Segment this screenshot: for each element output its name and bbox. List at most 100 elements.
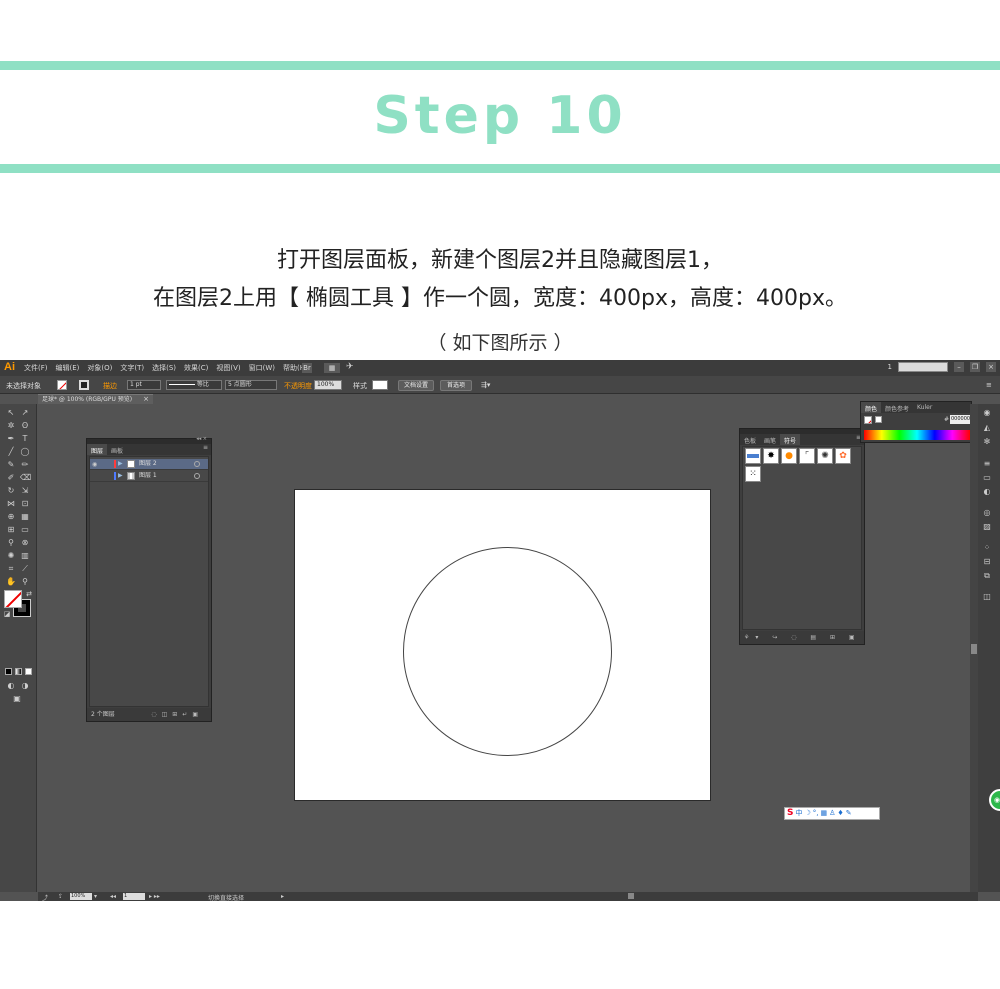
drawn-circle[interactable] (403, 547, 612, 756)
zoom-field[interactable]: 100% (70, 893, 92, 900)
symbol-orange-badge-icon[interactable]: ● (781, 448, 797, 464)
layers-dock-icon[interactable]: ◫ (982, 592, 992, 601)
ime-moon-icon[interactable]: ☽ (804, 808, 810, 819)
brush-definition[interactable]: 5 点圆形 (225, 380, 277, 390)
inside-drawing-icon[interactable]: ◑ (20, 681, 30, 690)
menu-type[interactable]: 文字(T) (120, 363, 144, 373)
menu-effect[interactable]: 效果(C) (184, 363, 208, 373)
hand-tool-icon[interactable]: ✋ (6, 577, 16, 586)
artboard-number-field[interactable]: 1 (123, 893, 145, 900)
layers-panel-menu-icon[interactable]: ≡ (203, 444, 208, 455)
kuler-dock-icon[interactable]: ✻ (982, 437, 992, 446)
arrange-documents-icon[interactable]: ▦ (324, 363, 340, 373)
target-icon[interactable] (194, 473, 200, 479)
ime-keyboard-icon[interactable]: ▦ (821, 808, 828, 819)
layer-name[interactable]: 图层 1 (139, 471, 157, 481)
eyedropper-tool-icon[interactable]: ⚲ (6, 538, 16, 547)
stroke-swatch[interactable] (79, 380, 89, 390)
ime-settings-icon[interactable]: ✎ (846, 808, 852, 819)
hidden-eye-icon[interactable] (92, 472, 101, 480)
help-search-input[interactable] (898, 362, 948, 372)
tab-artboards[interactable]: 画板 (107, 444, 127, 455)
tab-layers[interactable]: 图层 (87, 444, 108, 455)
menu-edit[interactable]: 编辑(E) (56, 363, 80, 373)
gradient-mode-icon[interactable] (15, 668, 22, 675)
workspace-switcher[interactable]: 1 (888, 363, 892, 371)
graphic-style-swatch[interactable] (372, 380, 388, 390)
tab-brushes[interactable]: 画笔 (760, 434, 780, 445)
symbol-wreath-icon[interactable]: ✺ (817, 448, 833, 464)
ime-mode[interactable]: 中 (795, 808, 802, 819)
tab-swatches[interactable]: 色板 (740, 434, 760, 445)
vertical-scroll-thumb[interactable] (971, 644, 977, 654)
blend-tool-icon[interactable]: ⊗ (20, 538, 30, 547)
opacity-field[interactable]: 100% (314, 380, 342, 390)
close-icon[interactable]: × (986, 362, 996, 372)
minimize-icon[interactable]: – (954, 362, 964, 372)
width-tool-icon[interactable]: ⋈ (6, 499, 16, 508)
menu-window[interactable]: 窗口(W) (249, 363, 275, 373)
expand-triangle-icon[interactable]: ▶ (118, 471, 123, 481)
symbol-banner-icon[interactable] (745, 448, 761, 464)
horizontal-scroll-thumb[interactable] (628, 893, 634, 899)
align-menu-icon[interactable]: ⇶▾ (481, 381, 490, 389)
free-transform-tool-icon[interactable]: ⊡ (20, 499, 30, 508)
symbol-dots-icon[interactable]: ⁙ (745, 466, 761, 482)
eye-icon[interactable]: ◉ (92, 460, 101, 468)
menu-select[interactable]: 选择(S) (152, 363, 176, 373)
color-dock-icon[interactable]: ◉ (982, 408, 992, 417)
magic-wand-tool-icon[interactable]: ✲ (6, 421, 16, 430)
ime-punctuation-icon[interactable]: °, (813, 808, 819, 819)
pencil-tool-icon[interactable]: ✏ (20, 460, 30, 469)
collapse-panel-icon[interactable]: ◂◂ × (196, 436, 207, 442)
document-tab[interactable]: 足球* @ 100% (RGB/GPU 预览) × (38, 394, 153, 404)
color-mode-icon[interactable] (5, 668, 12, 675)
opacity-label[interactable]: 不透明度 (284, 381, 312, 391)
menu-view[interactable]: 视图(V) (216, 363, 240, 373)
tab-color-guide[interactable]: 颜色参考 (881, 402, 913, 413)
lasso-tool-icon[interactable]: ʘ (20, 421, 30, 430)
scale-tool-icon[interactable]: ⇲ (20, 486, 30, 495)
stroke-dock-icon[interactable]: ≡ (982, 459, 992, 468)
default-fill-stroke-icon[interactable]: ◪ (2, 610, 12, 619)
fill-swatch[interactable] (57, 380, 67, 390)
menu-object[interactable]: 对象(O) (87, 363, 112, 373)
symbol-corner-icon[interactable]: ⌜ (799, 448, 815, 464)
ime-toolbar[interactable]: S 中 ☽ °, ▦ ♙ ♦ ✎ (784, 807, 880, 820)
perspective-grid-tool-icon[interactable]: ▦ (20, 512, 30, 521)
artboard[interactable] (294, 489, 711, 801)
pathfinder-dock-icon[interactable]: ⧉ (982, 571, 992, 580)
first-artboard-icon[interactable]: ◂◂ (110, 893, 116, 900)
symbol-flower-icon[interactable]: ✿ (835, 448, 851, 464)
ellipse-tool-icon[interactable]: ◯ (20, 447, 30, 456)
paintbrush-tool-icon[interactable]: ✎ (6, 460, 16, 469)
line-tool-icon[interactable]: ╱ (6, 447, 16, 456)
transparency-dock-icon[interactable]: ◐ (982, 487, 992, 496)
zoom-tool-icon[interactable]: ⚲ (20, 577, 30, 586)
slice-tool-icon[interactable]: ⟋ (20, 564, 30, 573)
align-dock-icon[interactable]: ⊟ (982, 557, 992, 566)
layer-row[interactable]: ◉ ▶ 图层 2 (90, 459, 208, 470)
fill-color-box[interactable] (4, 590, 22, 608)
type-tool-icon[interactable]: T (20, 434, 30, 443)
shape-builder-tool-icon[interactable]: ⊕ (6, 512, 16, 521)
transform-dock-icon[interactable]: ⁘ (982, 543, 992, 552)
zoom-dropdown-icon[interactable]: ▾ (94, 893, 97, 900)
stroke-weight-field[interactable]: 1 pt (127, 380, 161, 390)
symbol-splat-icon[interactable]: ✸ (763, 448, 779, 464)
color-panel-fill-swatch[interactable] (864, 416, 872, 424)
status-menu-icon[interactable]: ▸ (281, 893, 284, 900)
swap-fill-stroke-icon[interactable]: ⇄ (24, 590, 34, 599)
document-setup-button[interactable]: 文档设置 (398, 380, 434, 391)
vertical-scrollbar[interactable] (970, 404, 978, 892)
appearance-dock-icon[interactable]: ◎ (982, 508, 992, 517)
gradient-tool-icon[interactable]: ▭ (20, 525, 30, 534)
target-icon[interactable] (194, 461, 200, 467)
menu-file[interactable]: 文件(F) (24, 363, 48, 373)
status-rotate-view-icon[interactable]: ⤴ (42, 893, 48, 901)
hex-input[interactable]: 000000 (950, 415, 970, 424)
pen-tool-icon[interactable]: ✒ (6, 434, 16, 443)
preferences-button[interactable]: 首选项 (440, 380, 472, 391)
none-mode-icon[interactable] (25, 668, 32, 675)
drawing-mode-icon[interactable]: ◐ (6, 681, 16, 690)
